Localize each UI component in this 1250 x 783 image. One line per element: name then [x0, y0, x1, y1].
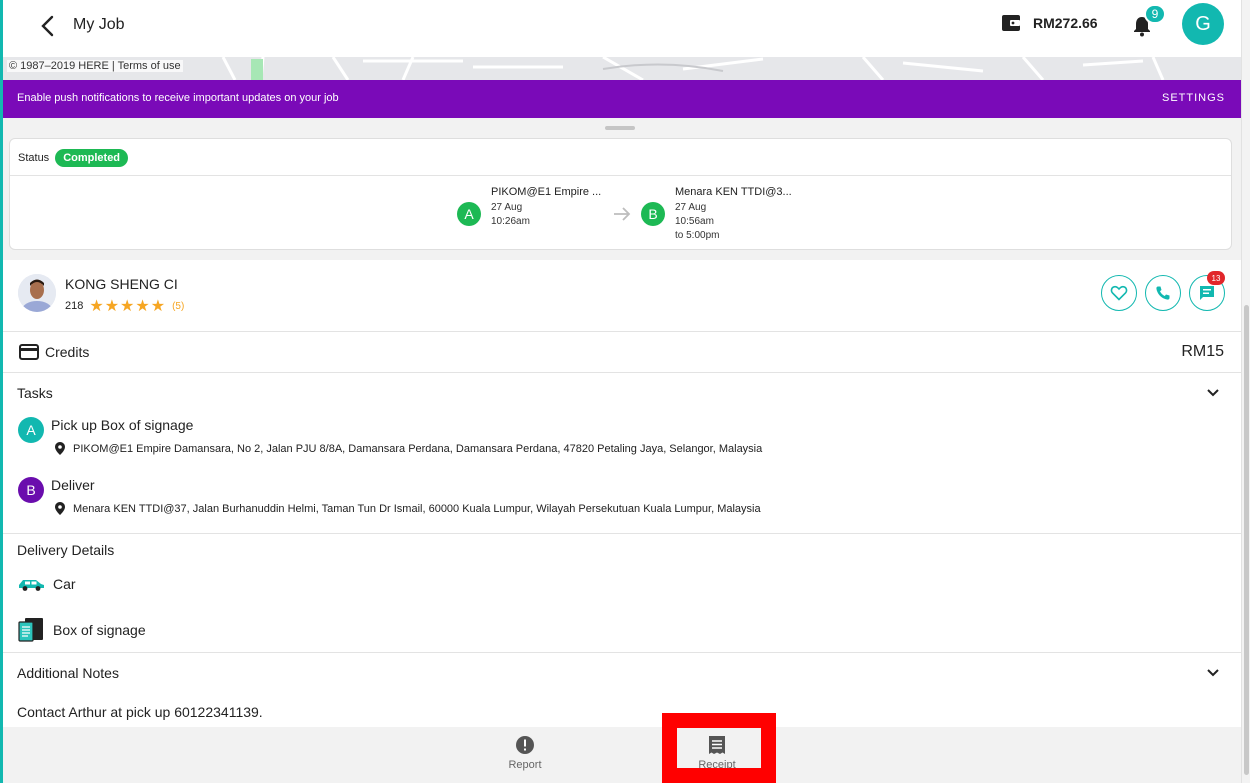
additional-notes-text: Contact Arthur at pick up 60122341139.: [17, 704, 263, 720]
user-avatar[interactable]: G: [1182, 3, 1224, 45]
left-accent-edge: [0, 0, 3, 783]
push-notification-banner: Enable push notifications to receive imp…: [3, 80, 1241, 118]
route-pickup-date: 27 Aug: [491, 202, 523, 213]
receipt-highlight-box: [662, 713, 776, 783]
status-label: Status: [18, 152, 50, 164]
driver-trip-count: 218: [65, 300, 84, 312]
task-a-address-text: PIKOM@E1 Empire Damansara, No 2, Jalan P…: [73, 442, 763, 455]
rating-stars: ★★★★★: [89, 298, 167, 315]
page-title: My Job: [73, 16, 125, 33]
report-label: Report: [508, 759, 542, 771]
task-b-address: Menara KEN TTDI@37, Jalan Burhanuddin He…: [55, 502, 761, 515]
task-b-address-text: Menara KEN TTDI@37, Jalan Burhanuddin He…: [73, 502, 761, 515]
notification-count-badge: 9: [1144, 4, 1166, 24]
alert-icon: [516, 736, 534, 754]
app-frame: My Job RM272.66 9 G © 1987–2019 HERE | T…: [0, 0, 1250, 783]
delivery-details-section: Delivery Details Car Box of signage: [3, 534, 1241, 653]
heart-icon: [1110, 285, 1128, 301]
credit-card-icon: [19, 344, 39, 360]
wallet-amount: RM272.66: [1033, 15, 1098, 31]
chevron-down-icon[interactable]: [1205, 665, 1221, 681]
item-label: Box of signage: [53, 622, 146, 638]
chat-icon: [1200, 286, 1214, 300]
location-pin-icon: [55, 442, 65, 455]
rating-count: (5): [172, 300, 185, 312]
route-pickup-name: PIKOM@E1 Empire ...: [491, 186, 602, 198]
back-button[interactable]: [33, 12, 61, 40]
status-badge: Completed: [55, 149, 129, 167]
driver-rating: 218 ★★★★★ (5): [65, 296, 184, 316]
vehicle-row: Car: [17, 576, 76, 592]
call-driver-button[interactable]: [1145, 275, 1181, 311]
driver-card: KONG SHENG CI 218 ★★★★★ (5): [3, 262, 1241, 332]
chevron-down-icon[interactable]: [1205, 385, 1221, 401]
status-divider: [10, 175, 1231, 176]
drag-handle[interactable]: [605, 126, 635, 130]
credits-value: RM15: [1181, 343, 1224, 360]
wallet-icon: [1002, 15, 1020, 31]
vehicle-label: Car: [53, 576, 76, 592]
credits-label: Credits: [45, 344, 90, 360]
route-arrow-icon: [614, 207, 631, 221]
route-dropoff-time-to: to 5:00pm: [675, 230, 720, 241]
chat-unread-badge: 13: [1207, 271, 1225, 285]
route-pickup-marker: A: [457, 202, 481, 226]
back-arrow-icon: [41, 15, 54, 37]
location-pin-icon: [55, 502, 65, 515]
route-pickup-time: 10:26am: [491, 216, 530, 227]
settings-link[interactable]: SETTINGS: [1162, 92, 1225, 104]
tasks-title: Tasks: [17, 385, 53, 401]
map-background: [3, 57, 1241, 80]
scrollbar-thumb[interactable]: [1244, 305, 1249, 775]
bottom-action-bar: Report Receipt: [3, 727, 1241, 783]
status-card: Status Completed A PIKOM@E1 Empire ... 2…: [9, 138, 1232, 250]
car-icon: [19, 580, 44, 591]
documents-icon: [18, 618, 43, 642]
vertical-scrollbar[interactable]: [1241, 0, 1250, 783]
route-dropoff-marker: B: [641, 202, 665, 226]
top-header: My Job RM272.66: [3, 0, 1241, 52]
task-a-address: PIKOM@E1 Empire Damansara, No 2, Jalan P…: [55, 442, 762, 455]
wallet-balance[interactable]: RM272.66: [1001, 14, 1098, 32]
push-notification-text: Enable push notifications to receive imp…: [17, 92, 339, 104]
phone-icon: [1156, 286, 1170, 300]
favourite-driver-button[interactable]: [1101, 275, 1137, 311]
additional-notes-title: Additional Notes: [17, 665, 119, 681]
additional-notes-section: Additional Notes Contact Arthur at pick …: [3, 653, 1241, 727]
item-row: Box of signage: [17, 617, 146, 643]
task-b-title: Deliver: [51, 477, 95, 493]
task-a-marker: A: [18, 417, 44, 443]
task-a-title: Pick up Box of signage: [51, 417, 194, 433]
route-dropoff-name: Menara KEN TTDI@3...: [675, 186, 792, 198]
delivery-details-title: Delivery Details: [17, 542, 115, 558]
map-copyright[interactable]: © 1987–2019 HERE | Terms of use: [7, 60, 183, 72]
route-dropoff-date: 27 Aug: [675, 202, 707, 213]
credits-row: Credits RM15: [3, 332, 1241, 373]
tasks-section: Tasks A Pick up Box of signage PIKOM@E1 …: [3, 373, 1241, 534]
route-dropoff-time: 10:56am: [675, 216, 714, 227]
report-button[interactable]: Report: [495, 735, 555, 771]
map-strip[interactable]: © 1987–2019 HERE | Terms of use: [3, 57, 1241, 80]
driver-avatar: [18, 274, 56, 312]
driver-name: KONG SHENG CI: [65, 276, 178, 292]
task-b-marker: B: [18, 477, 44, 503]
status-row: Status Completed: [18, 149, 129, 167]
